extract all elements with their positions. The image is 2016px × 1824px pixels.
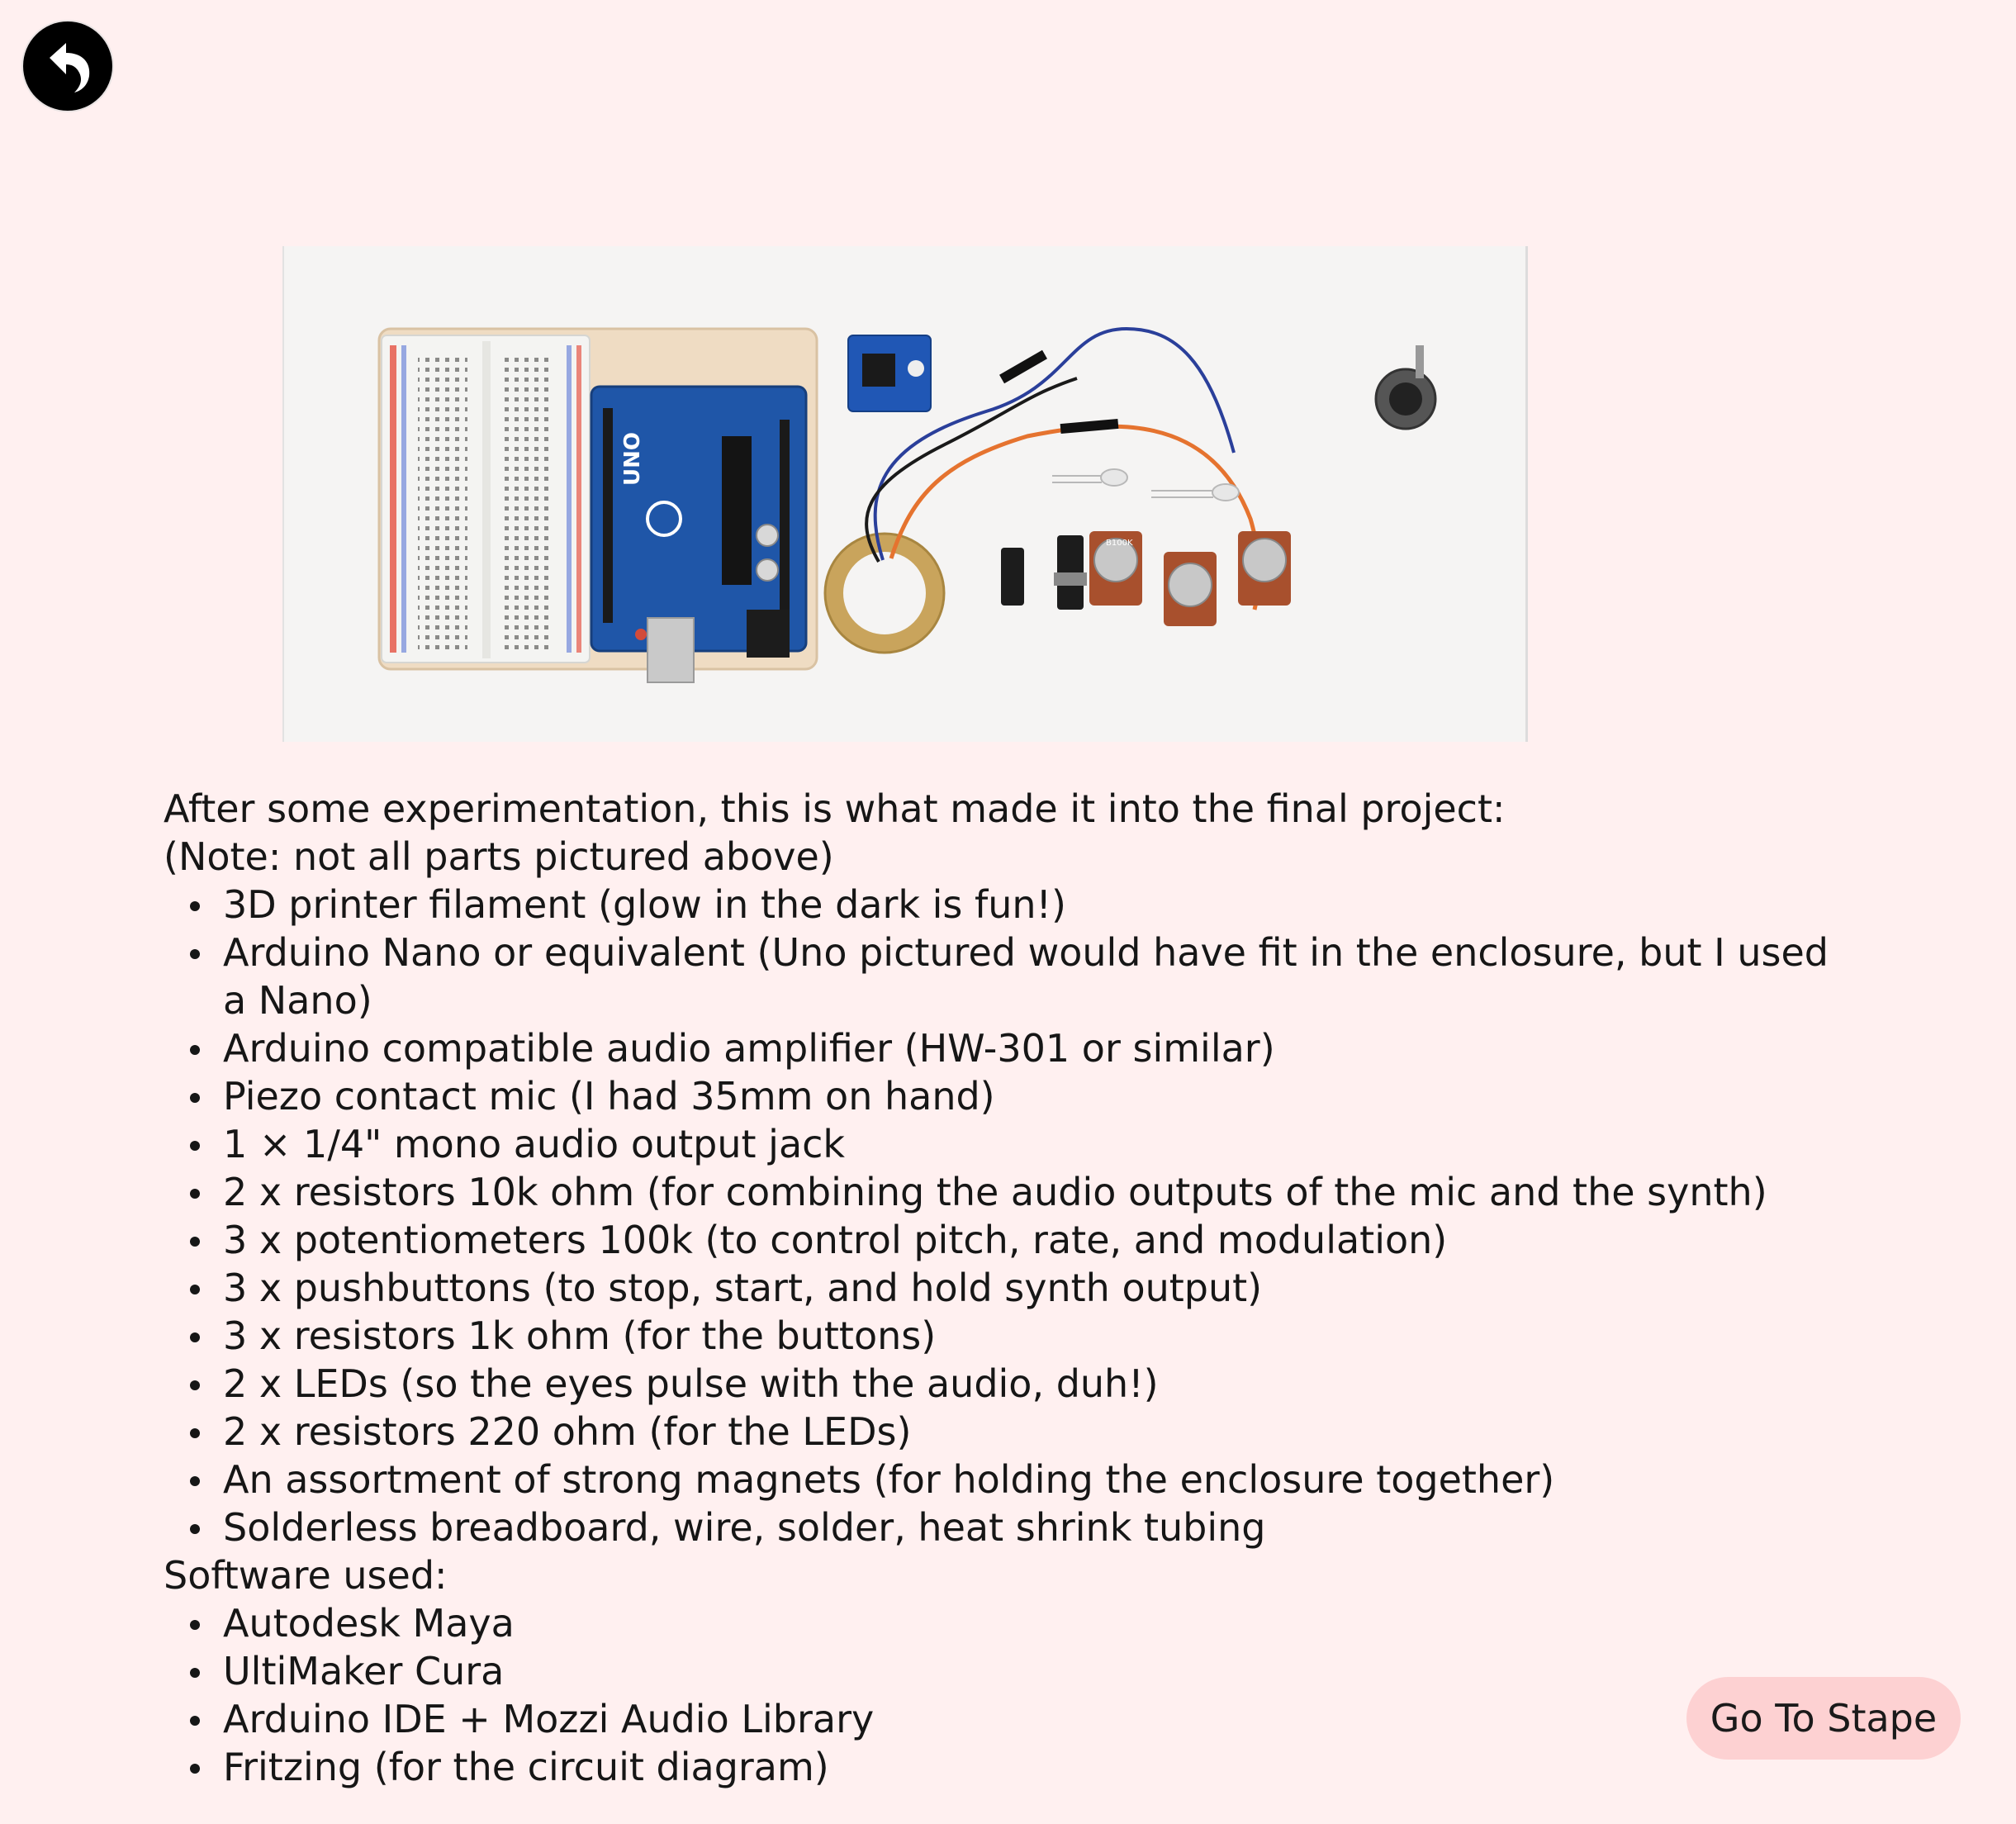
- list-item: 3D printer filament (glow in the dark is…: [190, 881, 1848, 929]
- svg-text:UNO: UNO: [620, 432, 645, 486]
- software-heading: Software used:: [164, 1553, 448, 1598]
- parts-list-content: After some experimentation, this is what…: [164, 785, 1848, 1791]
- list-item: 3 x pushbuttons (to stop, start, and hol…: [190, 1264, 1848, 1312]
- undo-arrow-icon: [50, 43, 90, 93]
- breadboard: [381, 335, 591, 663]
- list-item: Autodesk Maya: [190, 1599, 1848, 1647]
- go-to-stape-button[interactable]: Go To Stape: [1686, 1677, 1961, 1760]
- parts-illustration: UNO B100K: [284, 246, 1525, 742]
- svg-text:B100K: B100K: [1106, 539, 1133, 548]
- list-item: An assortment of strong magnets (for hol…: [190, 1456, 1848, 1503]
- software-list: Autodesk Maya UltiMaker Cura Arduino IDE…: [164, 1599, 1848, 1791]
- arduino-board: UNO: [590, 385, 808, 683]
- piezo-disc: [823, 532, 946, 654]
- list-item: 1 × 1/4" mono audio output jack: [190, 1120, 1848, 1168]
- list-item: 2 x resistors 10k ohm (for combining the…: [190, 1168, 1848, 1216]
- list-item: Arduino IDE + Mozzi Audio Library: [190, 1695, 1848, 1743]
- parts-list: 3D printer filament (glow in the dark is…: [164, 881, 1848, 1551]
- parts-photo: UNO B100K: [282, 246, 1528, 742]
- list-item: Piezo contact mic (I had 35mm on hand): [190, 1072, 1848, 1120]
- intro-note: (Note: not all parts pictured above): [164, 834, 834, 879]
- list-item: Solderless breadboard, wire, solder, hea…: [190, 1503, 1848, 1551]
- list-item: UltiMaker Cura: [190, 1647, 1848, 1695]
- list-item: 3 x resistors 1k ohm (for the buttons): [190, 1312, 1848, 1360]
- intro-text: After some experimentation, this is what…: [164, 786, 1506, 831]
- back-button[interactable]: [23, 21, 112, 111]
- list-item: Arduino compatible audio amplifier (HW-3…: [190, 1024, 1848, 1072]
- list-item: Fritzing (for the circuit diagram): [190, 1743, 1848, 1791]
- amplifier-module: [847, 335, 932, 412]
- list-item: Arduino Nano or equivalent (Uno pictured…: [190, 929, 1848, 1024]
- list-item: 2 x resistors 220 ohm (for the LEDs): [190, 1408, 1848, 1456]
- list-item: 3 x potentiometers 100k (to control pitc…: [190, 1216, 1848, 1264]
- list-item: 2 x LEDs (so the eyes pulse with the aud…: [190, 1360, 1848, 1408]
